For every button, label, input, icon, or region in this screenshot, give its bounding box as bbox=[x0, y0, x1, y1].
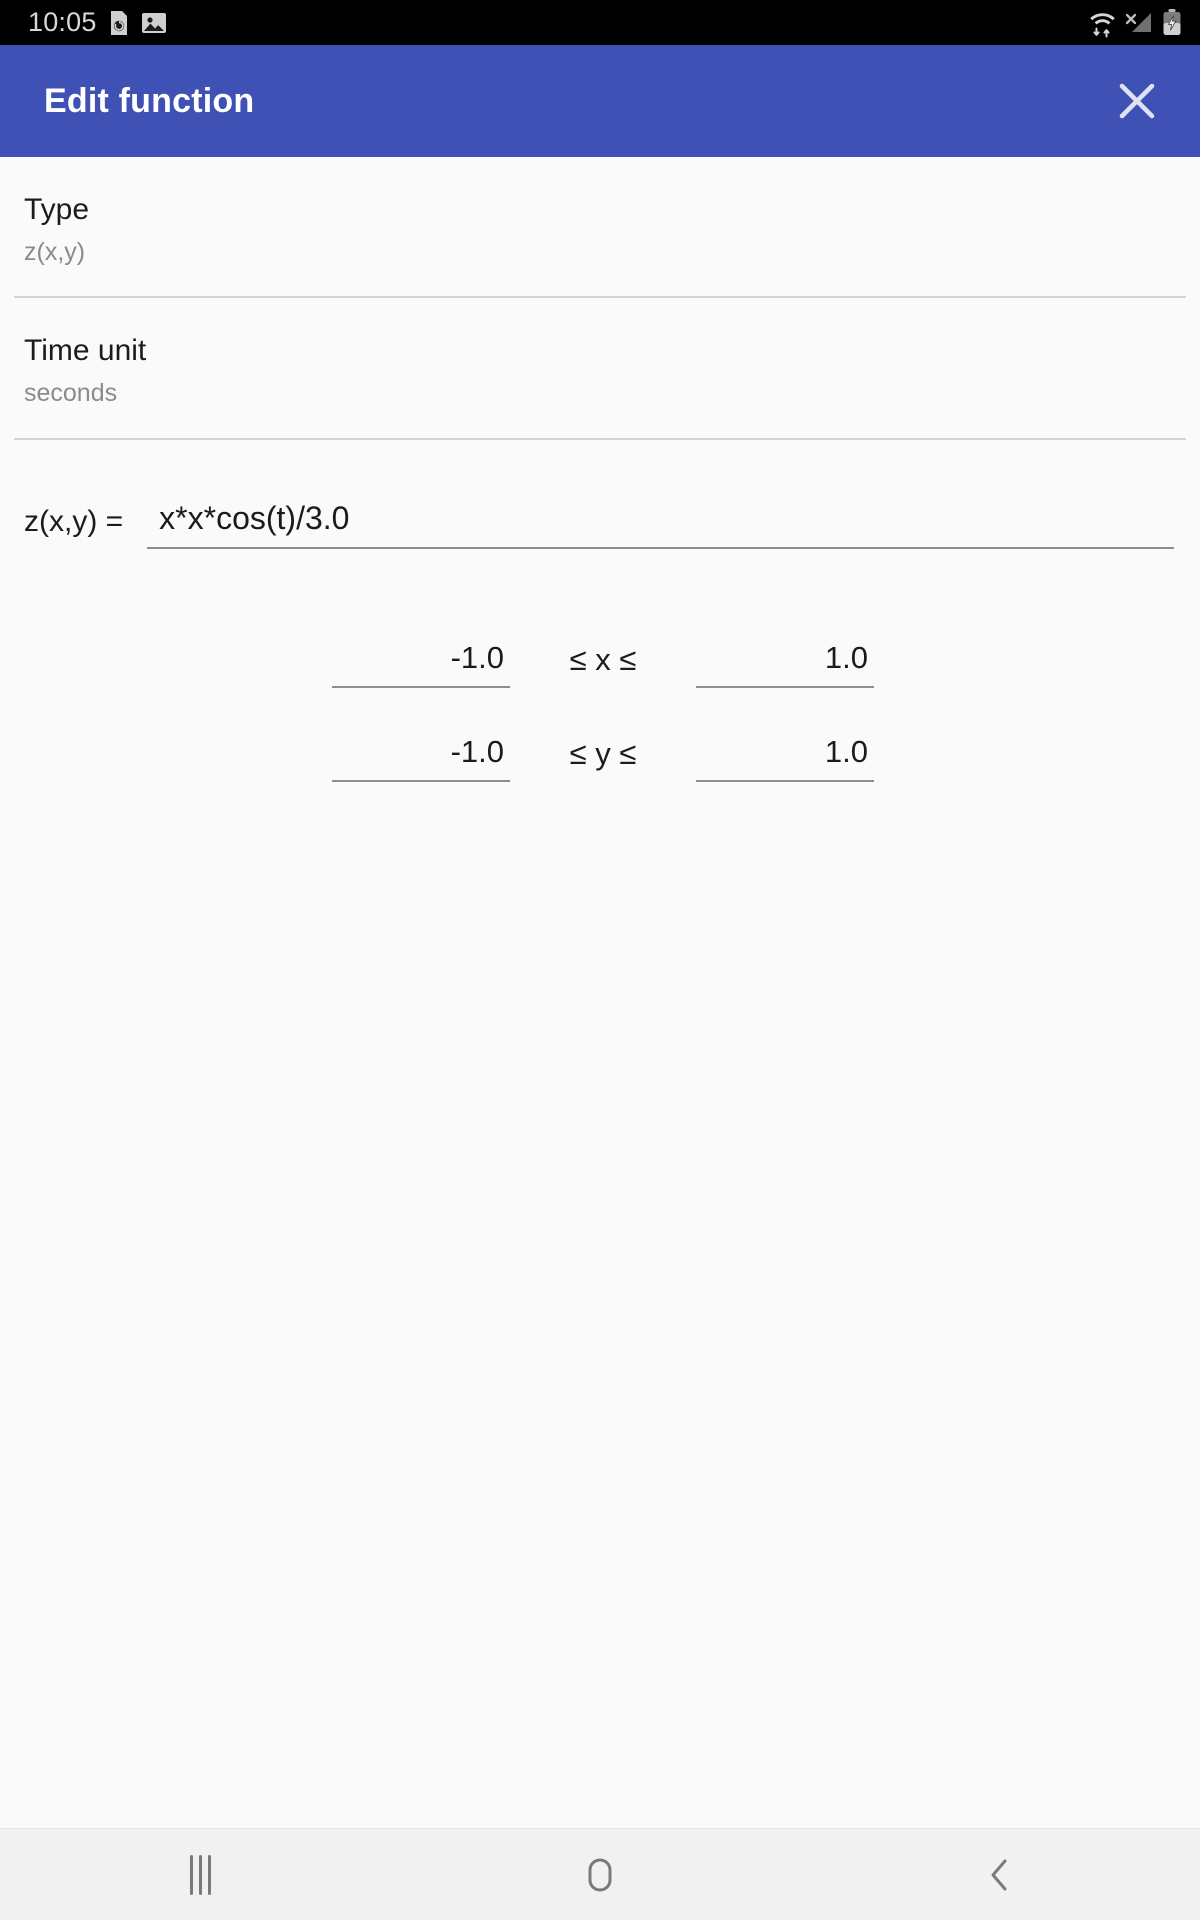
sync-document-icon bbox=[108, 10, 130, 36]
back-icon[interactable] bbox=[940, 1829, 1060, 1920]
app-toolbar: Edit function bbox=[0, 45, 1200, 157]
divider bbox=[14, 437, 1186, 440]
battery-charging-icon bbox=[1162, 9, 1182, 36]
preference-item-time-unit[interactable]: Time unit seconds bbox=[0, 298, 1200, 437]
x-max-input[interactable]: 1.0 bbox=[696, 640, 874, 688]
preference-title: Type bbox=[24, 193, 90, 226]
status-clock: 10:05 bbox=[28, 7, 97, 37]
home-icon[interactable] bbox=[540, 1829, 660, 1920]
range-row-y: -1.0 ≤ y ≤ 1.0 bbox=[0, 734, 1200, 782]
recents-icon[interactable] bbox=[140, 1829, 260, 1920]
preference-title: Time unit bbox=[24, 334, 147, 368]
preference-item-type[interactable]: Type z(x,y) bbox=[0, 157, 1200, 296]
y-max-input[interactable]: 1.0 bbox=[696, 734, 874, 782]
formula-input[interactable]: x*x*cos(t)/3.0 bbox=[147, 500, 1174, 549]
preference-summary: seconds bbox=[24, 378, 118, 407]
x-min-input[interactable]: -1.0 bbox=[332, 640, 510, 688]
formula-label: z(x,y) = bbox=[24, 505, 124, 538]
no-signal-icon bbox=[1125, 10, 1153, 36]
y-min-input[interactable]: -1.0 bbox=[332, 734, 510, 782]
preference-summary: z(x,y) bbox=[24, 237, 86, 266]
status-bar-left: 10:05 bbox=[28, 7, 167, 38]
wifi-transfer-icon bbox=[1089, 8, 1116, 38]
formula-row: z(x,y) = x*x*cos(t)/3.0 bbox=[0, 500, 1200, 549]
y-range-operator: ≤ y ≤ bbox=[569, 736, 637, 771]
x-range-operator: ≤ x ≤ bbox=[569, 642, 637, 677]
system-nav-bar bbox=[0, 1828, 1200, 1920]
status-bar: 10:05 bbox=[0, 0, 1200, 45]
page-title: Edit function bbox=[44, 81, 255, 120]
range-block: -1.0 ≤ x ≤ 1.0 -1.0 ≤ y ≤ 1.0 bbox=[0, 640, 1200, 828]
close-icon[interactable] bbox=[1100, 64, 1174, 138]
status-bar-right bbox=[1089, 8, 1182, 38]
gallery-image-icon bbox=[141, 11, 167, 35]
preference-list: Type z(x,y) Time unit seconds bbox=[0, 157, 1200, 440]
app-screen: 10:05 Edit function Type z(x,y) Time uni… bbox=[0, 0, 1200, 1920]
range-row-x: -1.0 ≤ x ≤ 1.0 bbox=[0, 640, 1200, 688]
